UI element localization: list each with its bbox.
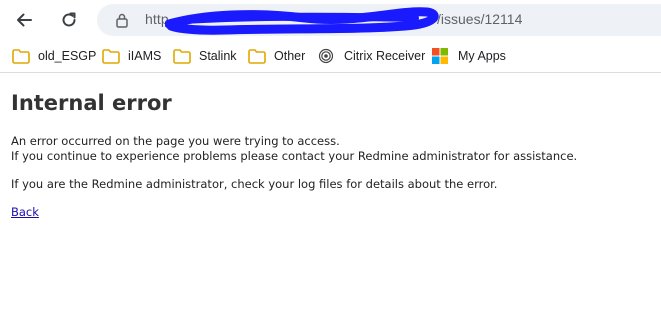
folder-icon bbox=[102, 48, 120, 64]
citrix-icon bbox=[318, 48, 336, 64]
folder-icon bbox=[173, 48, 191, 64]
browser-toolbar: http /issues/12114 bbox=[0, 0, 661, 40]
bookmark-my-apps[interactable]: My Apps bbox=[432, 46, 506, 66]
address-bar[interactable]: http /issues/12114 bbox=[97, 4, 661, 36]
bookmark-citrix-receiver[interactable]: Citrix Receiver bbox=[318, 46, 425, 66]
back-button[interactable] bbox=[10, 6, 38, 34]
bookmark-label: My Apps bbox=[458, 49, 506, 63]
bookmark-stalink[interactable]: Stalink bbox=[173, 46, 237, 66]
url-suffix: /issues/12114 bbox=[437, 11, 523, 27]
error-line-2: If you continue to experience problems p… bbox=[11, 149, 578, 163]
bookmark-label: iIAMS bbox=[128, 49, 162, 63]
bookmark-iiams[interactable]: iIAMS bbox=[102, 46, 161, 66]
page-title: Internal error bbox=[11, 91, 172, 115]
error-description: An error occurred on the page you were t… bbox=[11, 134, 577, 164]
reload-icon bbox=[62, 12, 76, 27]
bookmark-label: old_ESGP bbox=[38, 49, 97, 63]
microsoft-icon bbox=[432, 48, 450, 64]
lock-icon bbox=[116, 13, 128, 28]
folder-icon bbox=[12, 48, 30, 64]
back-link[interactable]: Back bbox=[11, 205, 39, 219]
bookmark-old-esgp[interactable]: old_ESGP bbox=[12, 46, 96, 66]
bookmarks-bar: old_ESGP iIAMS Stalink Other Citrix Rece… bbox=[0, 40, 661, 73]
reload-button[interactable] bbox=[55, 6, 83, 34]
redaction-scribble bbox=[165, 7, 439, 35]
folder-icon bbox=[248, 48, 266, 64]
page-content: Internal error An error occurred on the … bbox=[0, 73, 661, 323]
admin-note: If you are the Redmine administrator, ch… bbox=[11, 177, 498, 191]
bookmark-label: Citrix Receiver bbox=[344, 49, 426, 63]
error-line-1: An error occurred on the page you were t… bbox=[11, 134, 340, 148]
bookmark-label: Other bbox=[274, 49, 306, 63]
back-arrow-icon bbox=[17, 13, 32, 27]
bookmark-label: Stalink bbox=[199, 49, 237, 63]
bookmark-other[interactable]: Other bbox=[248, 46, 305, 66]
